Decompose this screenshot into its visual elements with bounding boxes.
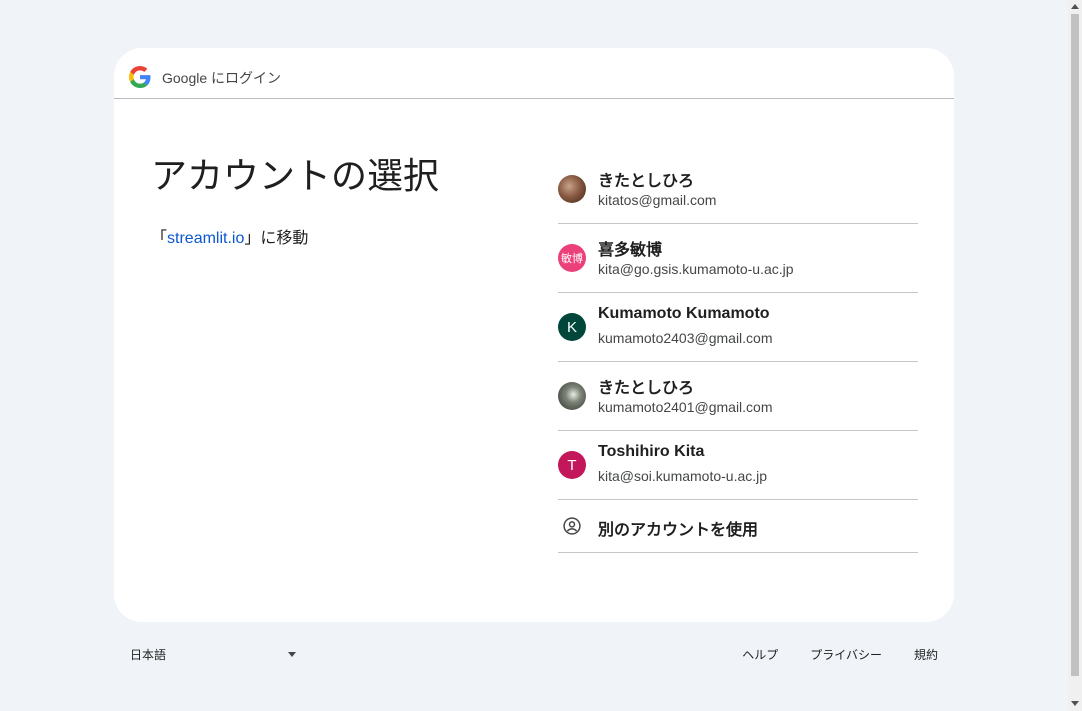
card-header: Google にログイン [114, 48, 954, 99]
subtitle-suffix: 」に移動 [244, 230, 309, 247]
account-email: kitatos@gmail.com [598, 192, 717, 208]
account-name: きたとしひろ [598, 173, 695, 190]
account-circle-icon [563, 517, 581, 535]
scroll-up-arrow-icon[interactable] [1071, 4, 1079, 9]
sign-in-card: Google にログイン アカウントの選択 「streamlit.io」に移動 … [114, 48, 954, 622]
header-title: Google にログイン [162, 70, 282, 86]
account-item[interactable]: 敏博 喜多敏博 kita@go.gsis.kumamoto-u.ac.jp [558, 224, 918, 293]
footer: 日本語 ヘルプ プライバシー 規約 [114, 640, 954, 668]
account-item[interactable]: きたとしひろ kumamoto2401@gmail.com [558, 362, 918, 431]
account-item[interactable]: きたとしひろ kitatos@gmail.com [558, 155, 918, 224]
language-label: 日本語 [130, 648, 167, 662]
avatar [558, 382, 586, 410]
avatar: T [558, 451, 586, 479]
account-name: Kumamoto Kumamoto [598, 305, 770, 322]
page: Google にログイン アカウントの選択 「streamlit.io」に移動 … [0, 0, 1082, 711]
app-link[interactable]: streamlit.io [167, 230, 244, 247]
privacy-link[interactable]: プライバシー [810, 646, 882, 663]
footer-links: ヘルプ プライバシー 規約 [742, 646, 938, 663]
use-another-account-label: 別のアカウントを使用 [598, 522, 759, 539]
account-name: Toshihiro Kita [598, 443, 705, 460]
vertical-scrollbar[interactable] [1068, 0, 1082, 711]
account-list: きたとしひろ kitatos@gmail.com 敏博 喜多敏博 kita@go… [558, 155, 918, 553]
account-email: kita@soi.kumamoto-u.ac.jp [598, 468, 768, 484]
avatar [558, 175, 586, 203]
account-name: きたとしひろ [598, 380, 695, 397]
help-link[interactable]: ヘルプ [742, 646, 778, 663]
scroll-thumb[interactable] [1071, 14, 1079, 676]
account-name: 喜多敏博 [598, 242, 663, 259]
account-item[interactable]: T Toshihiro Kita kita@soi.kumamoto-u.ac.… [558, 431, 918, 500]
account-item[interactable]: K Kumamoto Kumamoto kumamoto2403@gmail.c… [558, 293, 918, 362]
use-another-account-button[interactable]: 別のアカウントを使用 [558, 500, 918, 553]
language-select[interactable]: 日本語 [114, 640, 299, 668]
google-g-icon [129, 66, 151, 88]
subtitle-prefix: 「 [151, 230, 168, 247]
scroll-down-arrow-icon[interactable] [1071, 701, 1079, 706]
account-email: kumamoto2403@gmail.com [598, 330, 773, 346]
avatar: 敏博 [558, 244, 586, 272]
continue-to-subtitle: 「streamlit.io」に移動 [151, 224, 308, 248]
account-email: kita@go.gsis.kumamoto-u.ac.jp [598, 261, 794, 277]
terms-link[interactable]: 規約 [914, 646, 938, 663]
chevron-down-icon [288, 652, 296, 657]
account-email: kumamoto2401@gmail.com [598, 399, 773, 415]
avatar: K [558, 313, 586, 341]
page-title: アカウントの選択 [151, 155, 440, 196]
